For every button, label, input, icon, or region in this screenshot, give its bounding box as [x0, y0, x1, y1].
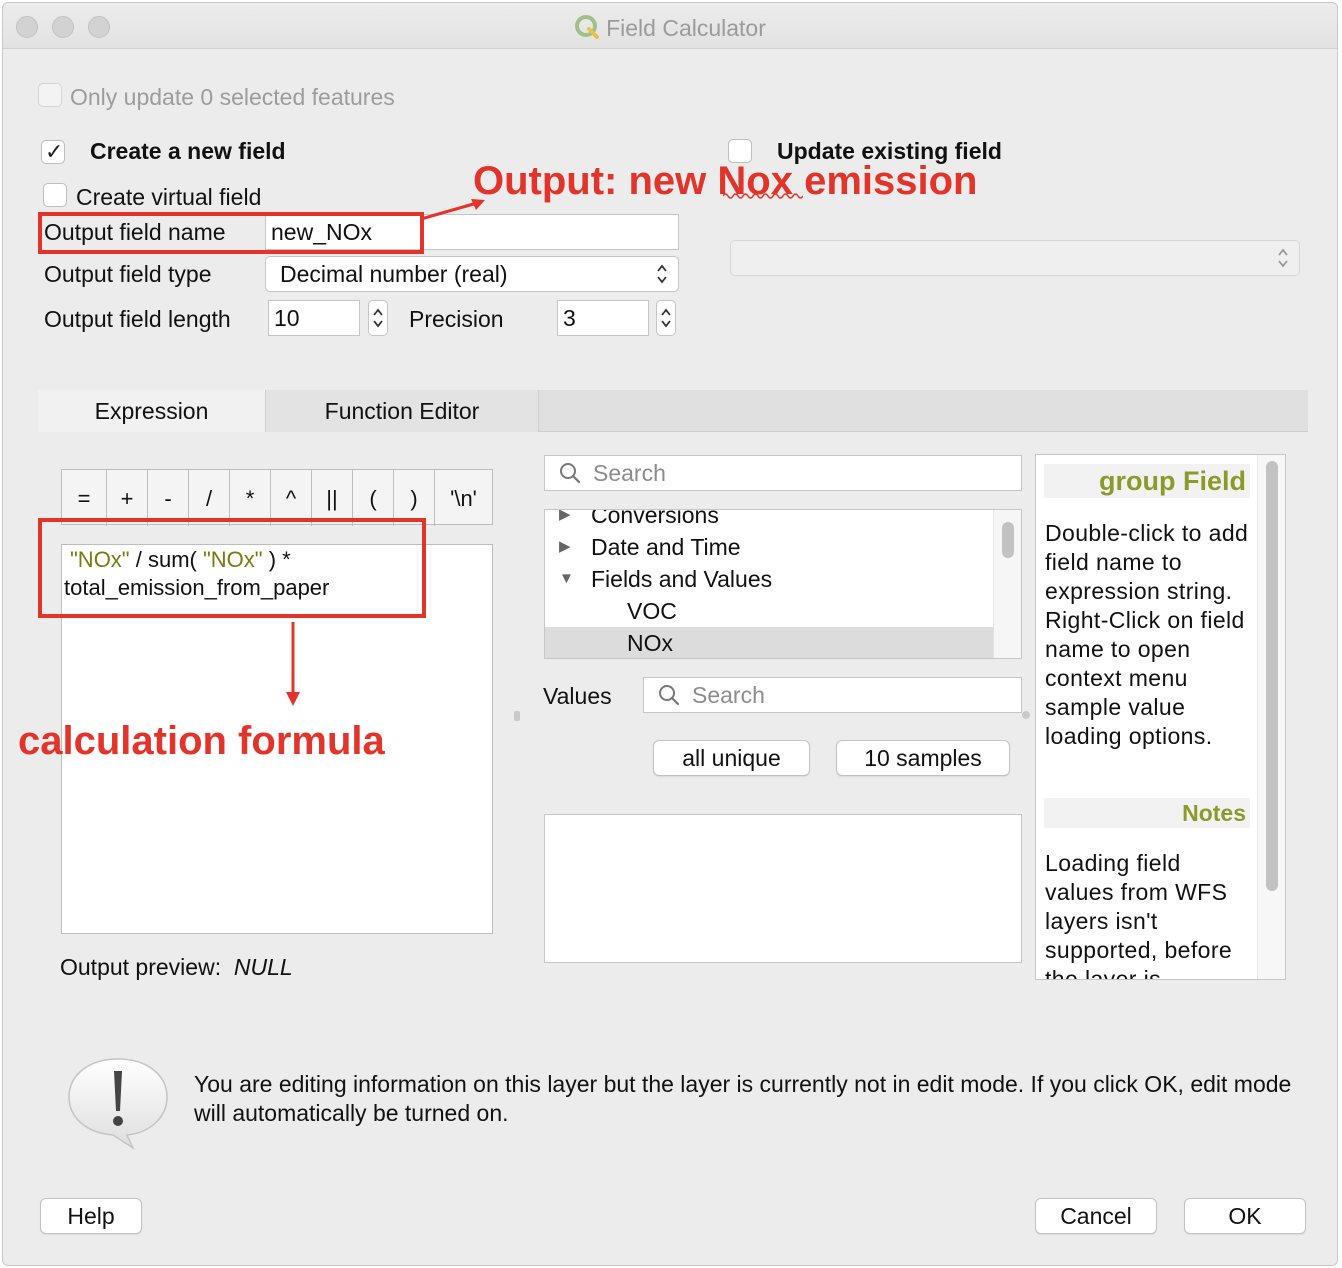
precision-input[interactable]: 3	[557, 300, 649, 336]
window-title: Field Calculator	[606, 15, 766, 41]
qgis-logo-icon	[575, 15, 600, 39]
collapse-arrow-icon: ▼	[559, 570, 574, 587]
tree-item-label: NOx	[627, 630, 673, 656]
values-label: Values	[543, 683, 612, 709]
help-scrollbar[interactable]	[1257, 455, 1285, 979]
search-icon	[659, 685, 680, 706]
output-preview-label: Output preview:	[60, 954, 222, 980]
output-field-type-label: Output field type	[44, 261, 212, 287]
function-tree-scrollbar[interactable]	[993, 510, 1021, 658]
ok-button[interactable]: OK	[1184, 1198, 1306, 1234]
create-virtual-field-checkbox[interactable]	[43, 183, 67, 207]
create-new-field-checkbox[interactable]: ✓	[41, 139, 65, 164]
help-notes-body: Loading field values from WFS layers isn…	[1045, 850, 1233, 980]
splitter-handle[interactable]	[1022, 711, 1030, 719]
annotation-box-formula	[38, 518, 426, 618]
only-update-label: Only update 0 selected features	[70, 84, 395, 110]
edit-mode-warning: You are editing information on this laye…	[194, 1071, 1292, 1126]
operator-toolbar: = + - / * ^ || ( ) '\n'	[61, 469, 493, 526]
function-search-input[interactable]: Search	[544, 455, 1022, 491]
tree-item-label: Date and Time	[591, 534, 741, 560]
output-field-length-label: Output field length	[44, 306, 231, 332]
scrollbar-thumb[interactable]	[1002, 522, 1014, 558]
tree-item-voc[interactable]: VOC	[545, 595, 995, 627]
tree-item-conversions[interactable]: ▶ Conversions	[545, 509, 995, 531]
tab-expression[interactable]: Expression	[38, 390, 266, 432]
help-button[interactable]: Help	[40, 1198, 142, 1234]
updown-arrows-icon	[661, 308, 671, 328]
expand-arrow-icon: ▶	[559, 538, 571, 555]
operator-newline-button[interactable]: '\n'	[435, 470, 492, 526]
annotation-formula-note: calculation formula	[18, 719, 385, 763]
window-title-wrap: Field Calculator	[3, 14, 1337, 42]
precision-stepper[interactable]	[656, 300, 676, 336]
function-search-placeholder: Search	[593, 460, 666, 486]
field-calculator-window: Field Calculator Only update 0 selected …	[2, 2, 1338, 1266]
only-update-checkbox[interactable]	[38, 83, 62, 107]
output-preview: Output preview: NULL	[60, 954, 293, 981]
create-virtual-field-label: Create virtual field	[76, 184, 262, 210]
splitter-handle[interactable]	[514, 711, 520, 721]
help-heading: group Field	[1044, 464, 1250, 498]
output-field-length-input[interactable]: 10	[268, 300, 360, 336]
values-search-input[interactable]: Search	[643, 677, 1022, 713]
output-preview-value: NULL	[233, 954, 293, 980]
values-list[interactable]	[544, 814, 1022, 963]
existing-field-select[interactable]	[730, 240, 1300, 276]
help-panel: group Field Double-click to add field na…	[1035, 454, 1286, 980]
tree-item-nox[interactable]: NOx	[545, 627, 995, 658]
cancel-button[interactable]: Cancel	[1035, 1198, 1157, 1234]
title-bar: Field Calculator	[3, 3, 1337, 49]
tab-function-editor[interactable]: Function Editor	[266, 390, 539, 432]
help-notes-heading: Notes	[1044, 798, 1250, 828]
help-body: Double-click to add field name to expres…	[1045, 520, 1249, 749]
output-field-type-value: Decimal number (real)	[280, 261, 508, 287]
updown-arrows-icon	[1278, 248, 1288, 268]
checkmark-icon: ✓	[45, 139, 64, 164]
tree-item-fields-and-values[interactable]: ▼ Fields and Values	[545, 563, 995, 595]
annotation-arrow	[286, 622, 300, 706]
search-icon	[560, 463, 581, 484]
spellcheck-underline	[723, 193, 803, 199]
expand-arrow-icon: ▶	[559, 509, 571, 523]
ten-samples-button[interactable]: 10 samples	[836, 740, 1010, 776]
values-search-placeholder: Search	[692, 682, 765, 708]
tree-item-label: Conversions	[591, 509, 719, 528]
updown-arrows-icon	[373, 308, 383, 328]
tree-item-date-and-time[interactable]: ▶ Date and Time	[545, 531, 995, 563]
all-unique-button[interactable]: all unique	[653, 740, 810, 776]
annotation-box-output-name	[38, 212, 424, 254]
scrollbar-thumb[interactable]	[1266, 461, 1278, 891]
exclamation-icon	[68, 1058, 168, 1151]
tab-bar: Expression Function Editor	[38, 390, 1308, 432]
precision-label: Precision	[409, 306, 504, 332]
tree-item-label: Fields and Values	[591, 566, 773, 592]
create-new-field-label: Create a new field	[90, 138, 286, 164]
updown-arrows-icon	[657, 264, 667, 284]
function-tree: ▶ Conversions ▶ Date and Time ▼ Fields a…	[544, 509, 1022, 659]
field-length-stepper[interactable]	[368, 300, 388, 336]
tree-item-label: VOC	[627, 598, 677, 624]
output-field-type-select[interactable]: Decimal number (real)	[265, 256, 679, 292]
